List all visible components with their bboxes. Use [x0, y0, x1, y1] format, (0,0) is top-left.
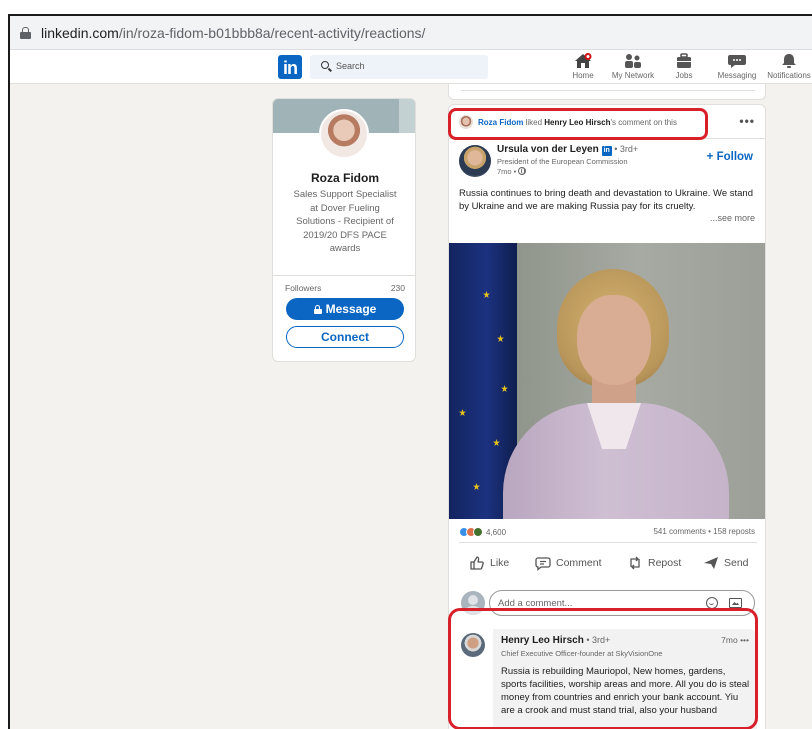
profile-card: Roza Fidom Sales Support Specialist at D…: [272, 98, 416, 362]
globe-icon: [518, 167, 527, 175]
linkedin-badge-icon: in: [601, 146, 612, 156]
author-headline: President of the European Commission: [497, 157, 628, 166]
commenter-name-row[interactable]: Henry Leo Hirsch • 3rd+: [501, 635, 610, 646]
chat-icon: [727, 53, 747, 69]
commenter-avatar[interactable]: [461, 633, 485, 657]
comment-button[interactable]: Comment: [535, 555, 602, 571]
profile-name[interactable]: Roza Fidom: [273, 171, 415, 185]
comment-time[interactable]: 7mo •••: [721, 635, 749, 645]
author-name-row[interactable]: Ursula von der Leyen in • 3rd+: [497, 144, 638, 156]
message-button[interactable]: Message: [286, 298, 404, 320]
previous-post-bottom: [448, 84, 766, 100]
post-actions-bar: Like Comment Repost Send: [449, 549, 765, 579]
post-menu-button[interactable]: •••: [739, 114, 755, 128]
nav-my-network[interactable]: My Network: [610, 53, 656, 83]
bell-icon: [779, 53, 799, 69]
send-icon: [704, 557, 718, 569]
comment-bubble: Henry Leo Hirsch • 3rd+ 7mo ••• Chief Ex…: [493, 629, 757, 729]
address-bar[interactable]: linkedin.com/in/roza-fidom-b01bbb8a/rece…: [10, 16, 812, 50]
emoji-icon[interactable]: [706, 597, 718, 609]
thumbs-up-icon: [470, 556, 484, 570]
activity-suffix: 's comment on this: [610, 117, 677, 127]
profile-divider: [273, 275, 415, 276]
comment-placeholder: Add a comment...: [498, 598, 573, 609]
repost-label: Repost: [648, 557, 682, 569]
briefcase-icon: [674, 53, 694, 69]
feed-post: Roza Fidom liked Henry Leo Hirsch 's com…: [448, 104, 766, 729]
author-degree: • 3rd+: [611, 144, 639, 154]
see-more-link[interactable]: ...see more: [710, 213, 755, 223]
nav-notifications[interactable]: Notifications: [764, 53, 812, 83]
network-icon: [623, 53, 643, 69]
send-button[interactable]: Send: [703, 555, 749, 571]
reactions-count: 4,600: [486, 527, 507, 537]
divider: [459, 542, 757, 543]
nav-my-network-label: My Network: [611, 71, 655, 80]
commenter-name[interactable]: Henry Leo Hirsch: [501, 635, 584, 646]
comment-label: Comment: [556, 557, 602, 569]
activity-header: Roza Fidom liked Henry Leo Hirsch 's com…: [459, 113, 677, 131]
top-navbar: in Search Home My Network Jobs Messaging…: [10, 50, 812, 84]
nav-messaging-label: Messaging: [717, 71, 757, 80]
follow-button[interactable]: + Follow: [707, 151, 753, 163]
repost-button[interactable]: Repost: [627, 555, 681, 571]
like-label: Like: [490, 557, 510, 569]
followers-row: Followers 230: [285, 283, 405, 293]
followers-count: 230: [390, 283, 405, 293]
message-button-label: Message: [325, 302, 377, 316]
search-input[interactable]: Search: [310, 55, 488, 79]
url-text[interactable]: linkedin.com/in/roza-fidom-b01bbb8a/rece…: [41, 25, 425, 41]
profile-avatar[interactable]: [319, 109, 369, 159]
reactions-summary[interactable]: 4,600: [459, 527, 506, 537]
search-icon: [321, 61, 329, 69]
lock-icon: [313, 305, 322, 314]
lock-icon: [20, 26, 31, 39]
browser-window: linkedin.com/in/roza-fidom-b01bbb8a/rece…: [8, 14, 812, 729]
activity-target[interactable]: Henry Leo Hirsch: [544, 118, 610, 127]
repost-icon: [630, 556, 640, 570]
home-icon: [573, 53, 593, 69]
activity-actor[interactable]: Roza Fidom: [478, 118, 523, 127]
support-reaction-icon: [473, 527, 483, 537]
post-time: 7mo •: [497, 167, 527, 176]
nav-jobs-label: Jobs: [675, 71, 693, 80]
send-label: Send: [724, 557, 749, 569]
comment-text: Russia is rebuilding Mauriopol, New home…: [501, 666, 750, 716]
post-text: Russia continues to bring death and deva…: [459, 188, 753, 212]
actor-avatar[interactable]: [459, 115, 473, 129]
nav-notifications-label: Notifications: [767, 71, 811, 80]
post-image[interactable]: [449, 243, 765, 519]
followers-label: Followers: [285, 283, 322, 293]
image-icon[interactable]: [729, 598, 742, 608]
author-name[interactable]: Ursula von der Leyen: [497, 144, 599, 155]
like-button[interactable]: Like: [469, 555, 509, 571]
search-placeholder: Search: [336, 61, 365, 71]
author-avatar[interactable]: [459, 145, 491, 177]
post-time-text: 7mo •: [497, 167, 517, 176]
nav-home[interactable]: Home: [568, 53, 598, 83]
comment-icon: [535, 557, 551, 571]
nav-home-label: Home: [572, 71, 594, 80]
activity-verb: liked: [523, 117, 545, 127]
linkedin-logo-icon[interactable]: in: [278, 55, 302, 79]
reaction-icons: [459, 527, 483, 537]
profile-headline: Sales Support Specialist at Dover Fuelin…: [293, 189, 397, 254]
divider: [449, 138, 765, 139]
nav-jobs[interactable]: Jobs: [672, 53, 696, 83]
commenter-headline: Chief Executive Officer-founder at SkyVi…: [501, 649, 663, 658]
add-comment-input[interactable]: Add a comment...: [489, 590, 755, 616]
comments-reposts-count[interactable]: 541 comments • 158 reposts: [653, 527, 755, 536]
commenter-degree: • 3rd+: [583, 635, 611, 645]
connect-button[interactable]: Connect: [286, 326, 404, 348]
nav-messaging[interactable]: Messaging: [714, 53, 760, 83]
viewer-avatar[interactable]: [461, 591, 485, 615]
